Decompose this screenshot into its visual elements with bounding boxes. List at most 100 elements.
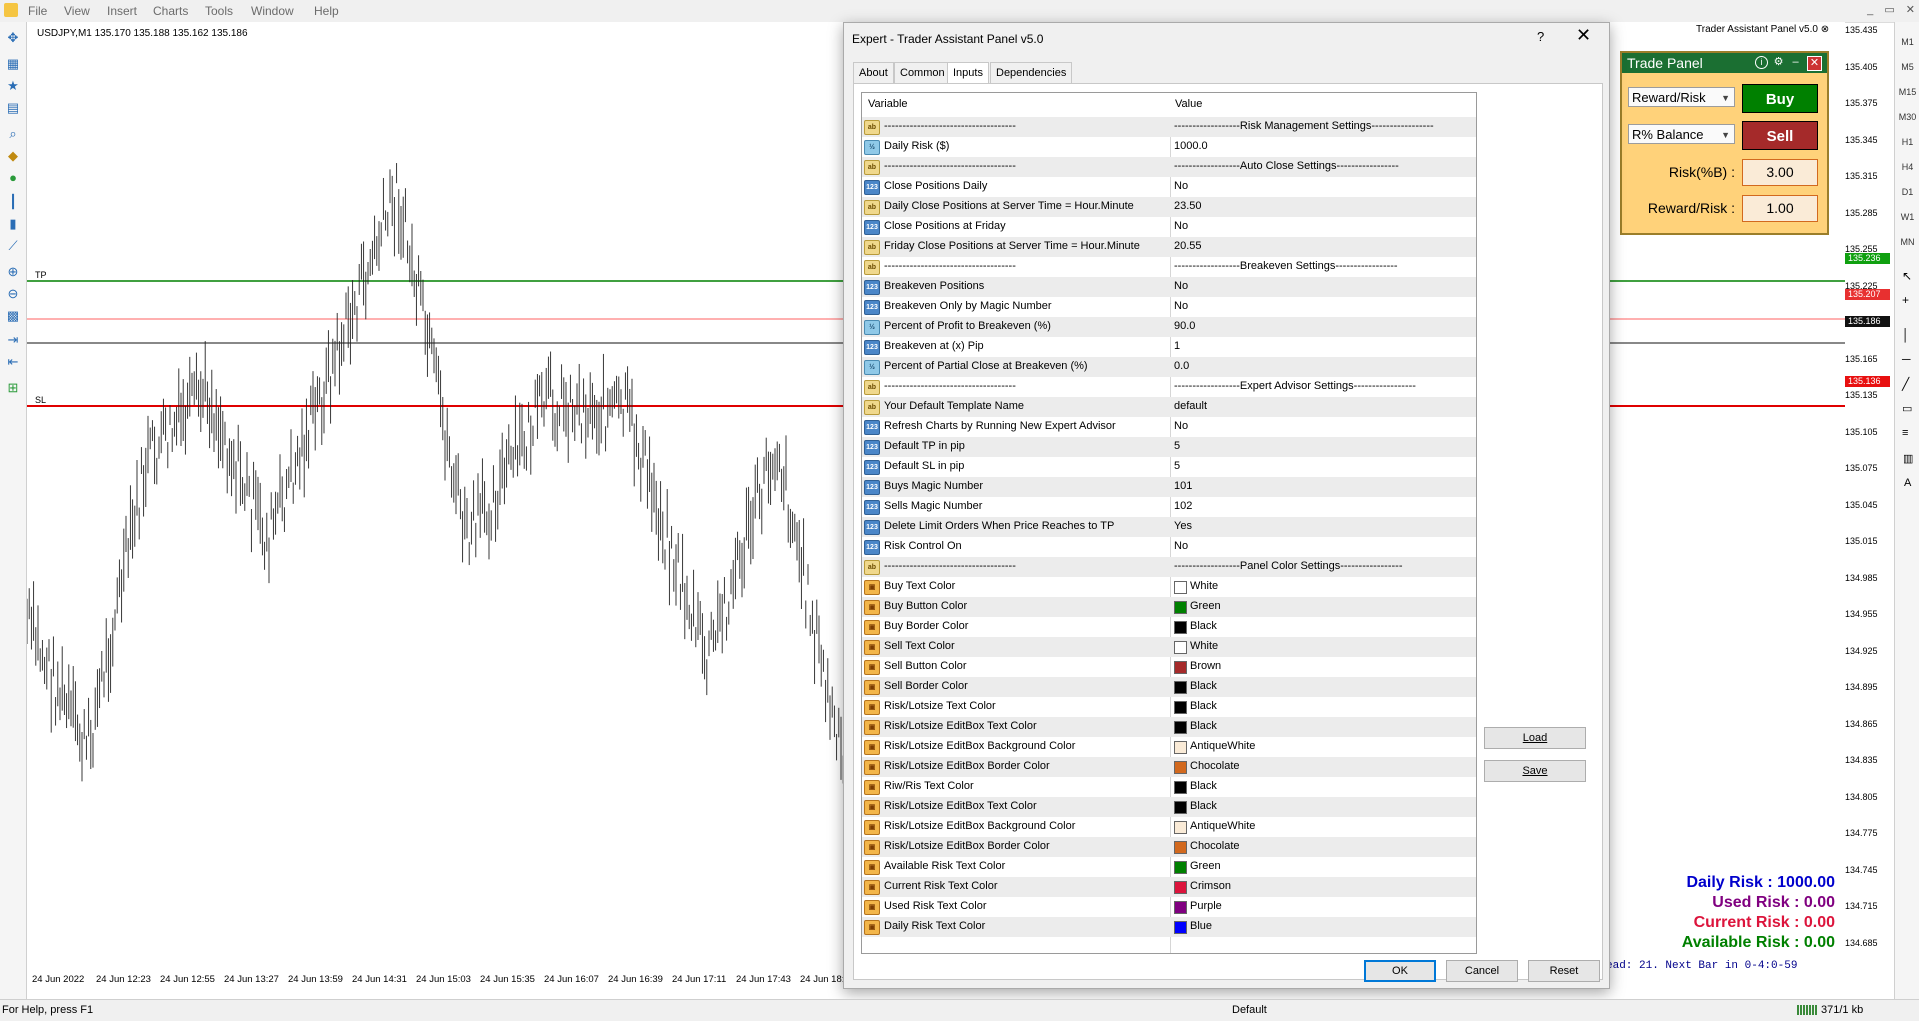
color-swatch[interactable]	[1174, 781, 1187, 794]
horizontal-line-icon[interactable]: ─	[1902, 352, 1911, 366]
ok-button[interactable]: OK	[1364, 960, 1436, 982]
input-row[interactable]: ½ Percent of Partial Close at Breakeven (…	[862, 357, 1476, 377]
reset-button[interactable]: Reset	[1528, 960, 1600, 982]
zoom-out-icon[interactable]: ⊖	[5, 286, 21, 302]
risk-input[interactable]: 3.00	[1742, 159, 1818, 186]
minimize-icon[interactable]: _	[1867, 4, 1873, 16]
timeframe-m5[interactable]: M5	[1895, 62, 1919, 72]
input-row[interactable]: ▣ Sell Button Color Brown	[862, 657, 1476, 677]
color-swatch[interactable]	[1174, 601, 1187, 614]
variable-value[interactable]: 1000.0	[1174, 140, 1208, 152]
timeframe-w1[interactable]: W1	[1895, 212, 1919, 222]
sell-button[interactable]: Sell	[1742, 121, 1818, 150]
input-row[interactable]: ab ------------------------------------ --…	[862, 377, 1476, 397]
variable-value[interactable]: No	[1174, 540, 1188, 552]
variable-value[interactable]: Black	[1190, 680, 1217, 692]
color-swatch[interactable]	[1174, 761, 1187, 774]
input-row[interactable]: 123 Close Positions at Friday No	[862, 217, 1476, 237]
input-row[interactable]: 123 Delete Limit Orders When Price Reache…	[862, 517, 1476, 537]
input-row[interactable]: ab Daily Close Positions at Server Time =…	[862, 197, 1476, 217]
input-row[interactable]: ab ------------------------------------ --…	[862, 157, 1476, 177]
variable-value[interactable]: No	[1174, 420, 1188, 432]
input-row[interactable]: ½ Percent of Profit to Breakeven (%) 90.0	[862, 317, 1476, 337]
column-header-value[interactable]: Value	[1175, 98, 1202, 110]
menu-insert[interactable]: Insert	[107, 4, 137, 18]
load-button[interactable]: Load	[1484, 727, 1586, 749]
text-icon[interactable]: A	[1904, 477, 1911, 489]
info-icon[interactable]: i	[1755, 56, 1768, 69]
variable-value[interactable]: ------------------Risk Management Settin…	[1174, 120, 1434, 132]
variable-value[interactable]: 101	[1174, 480, 1192, 492]
input-row[interactable]: 123 Risk Control On No	[862, 537, 1476, 557]
restore-icon[interactable]: ▭	[1884, 4, 1894, 16]
menu-help[interactable]: Help	[314, 4, 339, 18]
input-row[interactable]: 123 Breakeven Positions No	[862, 277, 1476, 297]
color-swatch[interactable]	[1174, 701, 1187, 714]
crosshair-icon[interactable]: ✥	[5, 30, 21, 46]
shapes-icon[interactable]: ▥	[1903, 452, 1913, 465]
input-row[interactable]: ▣ Risk/Lotsize Text Color Black	[862, 697, 1476, 717]
variable-value[interactable]: White	[1190, 580, 1218, 592]
input-row[interactable]: ▣ Current Risk Text Color Crimson	[862, 877, 1476, 897]
variable-value[interactable]: Chocolate	[1190, 760, 1240, 772]
color-swatch[interactable]	[1174, 801, 1187, 814]
input-row[interactable]: 123 Breakeven at (x) Pip 1	[862, 337, 1476, 357]
autoscroll-icon[interactable]: ⇥	[5, 332, 21, 348]
timeframe-m1[interactable]: M1	[1895, 37, 1919, 47]
type-select[interactable]: R% Balance ▼	[1628, 124, 1735, 144]
color-swatch[interactable]	[1174, 881, 1187, 894]
color-swatch[interactable]	[1174, 621, 1187, 634]
variable-value[interactable]: Black	[1190, 800, 1217, 812]
timeframe-h4[interactable]: H4	[1895, 162, 1919, 172]
input-row[interactable]: ▣ Risk/Lotsize EditBox Background Color An…	[862, 817, 1476, 837]
vertical-line-icon[interactable]: │	[1902, 328, 1910, 342]
variable-value[interactable]: 1	[1174, 340, 1180, 352]
variable-value[interactable]: 20.55	[1174, 240, 1202, 252]
input-row[interactable]: ab Your Default Template Name default	[862, 397, 1476, 417]
input-row[interactable]: 123 Buys Magic Number 101	[862, 477, 1476, 497]
variable-value[interactable]: Chocolate	[1190, 840, 1240, 852]
variable-value[interactable]: ------------------Auto Close Settings---…	[1174, 160, 1399, 172]
close-circle-icon[interactable]: ⊗	[1821, 24, 1829, 35]
crosshair-tool-icon[interactable]: +	[1902, 293, 1909, 307]
mode-select[interactable]: Reward/Risk ▼	[1628, 87, 1735, 107]
variable-value[interactable]: No	[1174, 300, 1188, 312]
input-row[interactable]: 123 Refresh Charts by Running New Expert …	[862, 417, 1476, 437]
color-swatch[interactable]	[1174, 861, 1187, 874]
variable-value[interactable]: Green	[1190, 600, 1221, 612]
timeframe-mn[interactable]: MN	[1895, 237, 1919, 247]
variable-value[interactable]: ------------------Expert Advisor Setting…	[1174, 380, 1416, 392]
close-panel-icon[interactable]: ✕	[1807, 56, 1822, 71]
input-row[interactable]: ab ------------------------------------ --…	[862, 117, 1476, 137]
terminal-icon[interactable]: ▤	[5, 100, 21, 116]
menu-charts[interactable]: Charts	[153, 4, 188, 18]
minimize-panel-icon[interactable]: –	[1789, 56, 1802, 69]
navigator-icon[interactable]: ★	[5, 78, 21, 94]
reward-risk-input[interactable]: 1.00	[1742, 195, 1818, 222]
color-swatch[interactable]	[1174, 841, 1187, 854]
input-row[interactable]: 123 Breakeven Only by Magic Number No	[862, 297, 1476, 317]
settings-icon[interactable]: ⚙	[1772, 56, 1785, 69]
input-row[interactable]: ab Friday Close Positions at Server Time …	[862, 237, 1476, 257]
variable-value[interactable]: ------------------Panel Color Settings--…	[1174, 560, 1403, 572]
close-icon[interactable]: ✕	[1906, 4, 1915, 16]
market-watch-icon[interactable]: ▦	[5, 56, 21, 72]
fibonacci-icon[interactable]: ≡	[1902, 427, 1908, 439]
timeframe-m15[interactable]: M15	[1895, 87, 1919, 97]
input-row[interactable]: ab ------------------------------------ --…	[862, 557, 1476, 577]
candlestick-icon[interactable]: ▮	[5, 216, 21, 232]
save-button[interactable]: Save	[1484, 760, 1586, 782]
input-row[interactable]: ▣ Riw/Ris Text Color Black	[862, 777, 1476, 797]
inputs-grid[interactable]: Variable Value ab -----------------------…	[861, 92, 1477, 954]
input-row[interactable]: ▣ Used Risk Text Color Purple	[862, 897, 1476, 917]
variable-value[interactable]: Black	[1190, 700, 1217, 712]
new-order-icon[interactable]: ●	[5, 170, 21, 186]
tab-common[interactable]: Common	[894, 62, 951, 84]
color-swatch[interactable]	[1174, 641, 1187, 654]
help-icon[interactable]: ?	[1537, 29, 1544, 44]
variable-value[interactable]: ------------------Breakeven Settings----…	[1174, 260, 1398, 272]
input-row[interactable]: ▣ Sell Border Color Black	[862, 677, 1476, 697]
color-swatch[interactable]	[1174, 741, 1187, 754]
input-row[interactable]: ▣ Buy Button Color Green	[862, 597, 1476, 617]
variable-value[interactable]: White	[1190, 640, 1218, 652]
